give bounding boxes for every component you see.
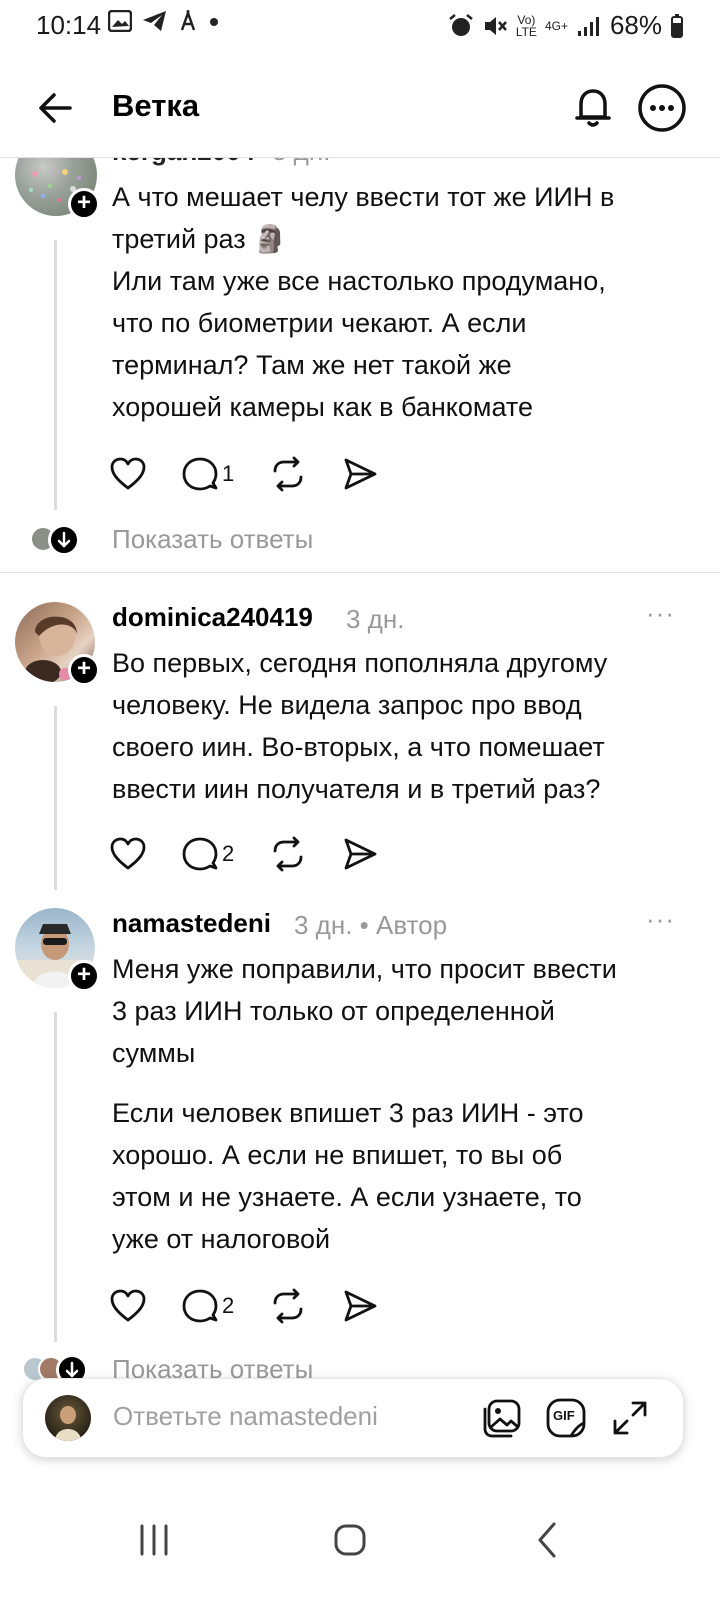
share-button[interactable]	[342, 1288, 378, 1324]
status-bar: 10:14 Vo) LTE 4G+ 68%	[0, 0, 720, 52]
more-options-button[interactable]	[636, 82, 688, 134]
bell-icon	[575, 89, 611, 127]
like-button[interactable]	[110, 837, 146, 871]
recent-apps-button[interactable]	[124, 1510, 184, 1570]
post-time: 3 дн.	[272, 158, 330, 167]
volte-icon: Vo) LTE	[515, 12, 537, 39]
expand-icon	[613, 1401, 647, 1435]
repost-button[interactable]	[270, 456, 306, 492]
reply-composer[interactable]: Ответьте namastedeni GIF	[22, 1378, 684, 1458]
home-icon	[334, 1524, 366, 1556]
arrow-down-icon	[57, 531, 71, 548]
status-right-icons: Vo) LTE 4G+ 68%	[448, 10, 684, 41]
post-username[interactable]: kergan2004	[112, 158, 255, 167]
repost-icon	[273, 836, 303, 872]
signal-icon	[577, 16, 599, 36]
chevron-left-icon	[538, 1522, 556, 1558]
thread-feed[interactable]: kergan2004 3 дн. + А что мешает челу вве…	[0, 158, 720, 1406]
avatar-portrait	[55, 1406, 81, 1441]
expand-composer-button[interactable]	[607, 1395, 653, 1441]
my-avatar	[45, 1395, 91, 1441]
status-time: 10:14	[36, 10, 102, 40]
heart-icon	[110, 457, 146, 490]
post-divider	[0, 572, 720, 573]
repost-button[interactable]	[270, 1288, 306, 1324]
comment-icon	[182, 457, 218, 491]
reply-avatars	[30, 524, 90, 556]
reply-button[interactable]: 2	[182, 836, 234, 872]
back-nav-button[interactable]	[518, 1510, 578, 1570]
share-button[interactable]	[342, 836, 378, 872]
post-more-button[interactable]: ···	[646, 598, 675, 629]
reply-count: 2	[222, 841, 235, 866]
attach-image-button[interactable]	[479, 1395, 525, 1441]
dot-icon	[210, 18, 218, 26]
repost-button[interactable]	[270, 836, 306, 872]
more-icon	[638, 84, 686, 132]
notifications-button[interactable]	[568, 82, 618, 132]
app-notification-icon	[180, 10, 196, 31]
home-button[interactable]	[320, 1510, 380, 1570]
reply-count: 1	[222, 461, 235, 486]
heart-icon	[110, 837, 146, 870]
heart-icon	[110, 1289, 146, 1322]
post-text: Во первых, сегодня пополняла другому чел…	[112, 648, 608, 804]
send-icon	[344, 458, 377, 490]
repost-icon	[273, 1288, 303, 1324]
send-icon	[344, 1290, 377, 1322]
recent-apps-icon	[140, 1524, 168, 1556]
post-more-button[interactable]: ···	[646, 904, 675, 935]
post-text-paragraph-2: Если человек впишет 3 раз ИИН - это хоро…	[112, 1098, 584, 1254]
like-button[interactable]	[110, 1289, 146, 1323]
follow-plus-button[interactable]: +	[68, 654, 100, 686]
comment-icon	[182, 1289, 218, 1323]
follow-plus-button[interactable]: +	[68, 188, 100, 220]
send-icon	[344, 838, 377, 870]
reply-button[interactable]: 2	[182, 1288, 234, 1324]
post-username[interactable]: namastedeni	[112, 908, 271, 939]
post-time-author: 3 дн. • Автор	[294, 910, 448, 940]
top-app-bar: Ветка	[0, 68, 720, 160]
thread-line	[54, 706, 57, 890]
battery-icon	[671, 13, 683, 38]
reply-input[interactable]: Ответьте namastedeni	[113, 1401, 378, 1432]
follow-plus-button[interactable]: +	[68, 960, 100, 992]
alarm-icon	[449, 13, 473, 36]
post-text: Меня уже поправили, что просит ввести 3 …	[112, 954, 617, 1068]
post-actions: 2	[110, 832, 414, 876]
page-title: Ветка	[112, 88, 200, 123]
status-left-icons	[108, 10, 220, 32]
system-navigation-bar	[0, 1490, 720, 1600]
post-time: 3 дн.	[346, 604, 405, 634]
like-button[interactable]	[110, 457, 146, 491]
telegram-icon	[143, 11, 166, 31]
reply-button[interactable]: 1	[182, 456, 234, 492]
gallery-icon	[108, 10, 132, 32]
gif-label: GIF	[553, 1408, 575, 1423]
mute-icon	[484, 16, 507, 35]
gif-button[interactable]: GIF	[543, 1395, 589, 1441]
network-type-icon: 4G+	[544, 18, 568, 33]
expand-replies-badge	[48, 524, 80, 556]
reply-count: 2	[222, 1293, 235, 1318]
comment-icon	[182, 837, 218, 871]
repost-icon	[273, 456, 303, 492]
share-button[interactable]	[342, 456, 378, 492]
post-actions: 2	[110, 1284, 414, 1328]
thread-line	[54, 1012, 57, 1342]
battery-percent: 68%	[609, 10, 662, 40]
back-button[interactable]	[34, 86, 78, 130]
post-username[interactable]: dominica240419	[112, 602, 313, 633]
show-replies-link[interactable]: Показать ответы	[112, 524, 313, 555]
back-arrow-icon	[39, 93, 72, 123]
image-icon	[483, 1399, 521, 1438]
thread-line	[54, 240, 57, 510]
post-text: А что мешает челу ввести тот же ИИН в тр…	[112, 182, 615, 422]
post-actions: 1	[110, 452, 414, 496]
